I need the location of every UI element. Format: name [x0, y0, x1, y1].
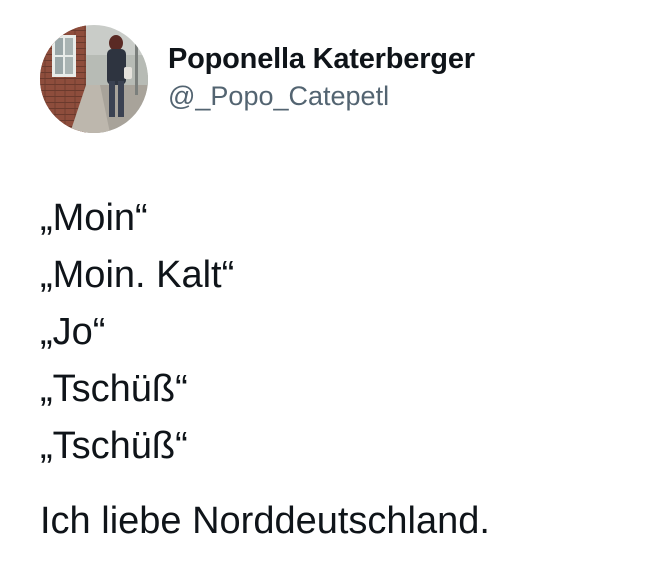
avatar-photo — [40, 25, 148, 133]
tweet-line: „Jo“ — [40, 311, 106, 353]
tweet-line: „Moin. Kalt“ — [40, 254, 235, 296]
tweet-text: „Moin“ „Moin. Kalt“ „Jo“ „Tschüß“ „Tschü… — [40, 190, 640, 550]
author-handle[interactable]: @_Popo_Catepetl — [168, 79, 475, 113]
tweet-line: „Moin“ — [40, 197, 148, 239]
tweet-line: „Tschüß“ — [40, 425, 188, 467]
avatar[interactable] — [40, 25, 148, 133]
tweet-header: Poponella Katerberger @_Popo_Catepetl — [40, 25, 475, 133]
tweet-line: „Tschüß“ — [40, 368, 188, 410]
tweet-closing-line: Ich liebe Norddeutschland. — [40, 500, 490, 542]
tweet-card: Poponella Katerberger @_Popo_Catepetl „M… — [0, 0, 654, 579]
author-names: Poponella Katerberger @_Popo_Catepetl — [168, 41, 475, 113]
author-display-name[interactable]: Poponella Katerberger — [168, 41, 475, 77]
